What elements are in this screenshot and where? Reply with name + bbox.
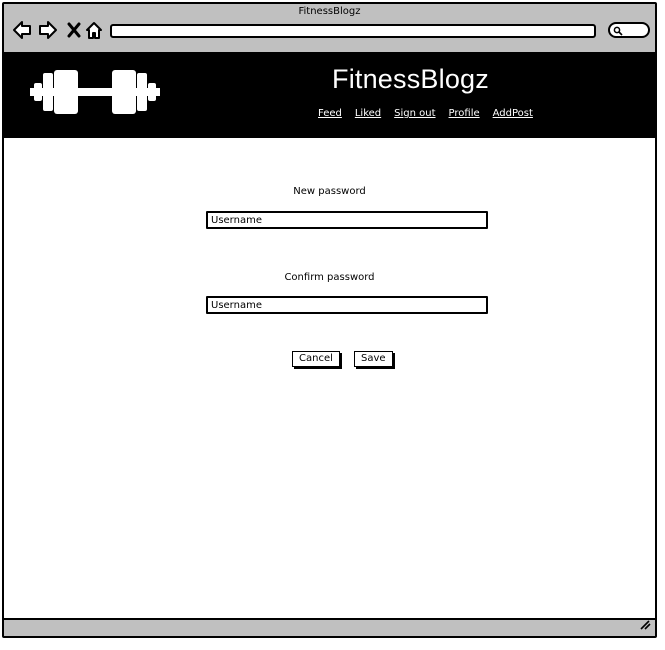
- browser-window: FitnessBlogz FitnessBlogz Feed Liked Sig…: [2, 2, 657, 638]
- nav-link-profile[interactable]: Profile: [449, 108, 480, 119]
- nav-link-feed[interactable]: Feed: [318, 108, 342, 119]
- address-bar[interactable]: [110, 24, 596, 38]
- forward-arrow-icon[interactable]: [38, 20, 58, 40]
- status-bar: [4, 618, 655, 636]
- home-icon[interactable]: [84, 20, 104, 40]
- window-title: FitnessBlogz: [298, 6, 361, 17]
- dumbbell-icon[interactable]: [28, 68, 162, 120]
- site-header: FitnessBlogz Feed Liked Sign out Profile…: [4, 54, 655, 138]
- header-nav: Feed Liked Sign out Profile AddPost: [318, 108, 533, 119]
- close-x-icon[interactable]: [64, 20, 84, 40]
- site-brand-title[interactable]: FitnessBlogz: [332, 64, 489, 95]
- browser-toolbar: FitnessBlogz: [4, 4, 655, 54]
- nav-link-liked[interactable]: Liked: [355, 108, 381, 119]
- search-icon: [613, 26, 623, 36]
- save-button[interactable]: Save: [354, 351, 393, 367]
- new-password-label: New password: [293, 186, 366, 197]
- back-arrow-icon[interactable]: [12, 20, 32, 40]
- browser-search-field[interactable]: [608, 22, 650, 38]
- nav-link-sign-out[interactable]: Sign out: [394, 108, 435, 119]
- password-form: New password Confirm password Cancel Sav…: [4, 138, 655, 618]
- confirm-password-field[interactable]: [206, 296, 488, 314]
- new-password-field[interactable]: [206, 211, 488, 229]
- nav-link-add-post[interactable]: AddPost: [493, 108, 533, 119]
- cancel-button[interactable]: Cancel: [292, 351, 340, 367]
- confirm-password-label: Confirm password: [284, 272, 375, 283]
- resize-grip-icon[interactable]: [639, 615, 651, 634]
